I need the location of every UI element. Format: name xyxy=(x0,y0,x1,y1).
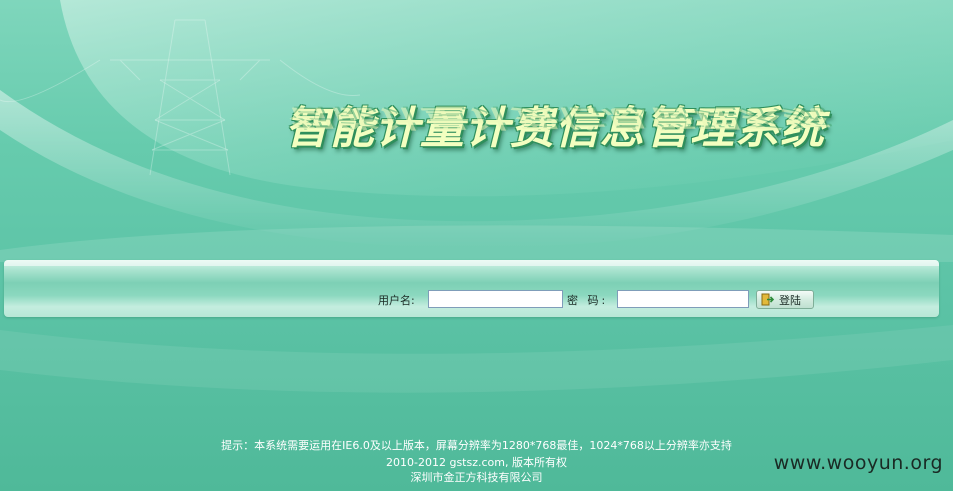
footer-hint: 提示：本系统需要运用在IE6.0及以上版本，屏幕分辨率为1280*768最佳，1… xyxy=(221,439,732,452)
password-label: 密 码: xyxy=(567,294,609,307)
login-icon xyxy=(761,293,774,306)
login-page: 智能计量计费信息管理系统 智能计量计费信息管理系统 用户名: 密 码: 登陆 提… xyxy=(0,0,953,491)
login-button[interactable]: 登陆 xyxy=(756,290,814,309)
page-title-reflection: 智能计量计费信息管理系统 xyxy=(285,103,825,132)
background-decoration xyxy=(0,0,953,393)
password-input[interactable] xyxy=(617,290,749,308)
watermark-text: www.wooyun.org xyxy=(773,452,943,474)
login-button-label: 登陆 xyxy=(779,293,801,307)
username-input[interactable] xyxy=(428,290,563,308)
system-title: 智能计量计费信息管理系统 智能计量计费信息管理系统 xyxy=(285,92,925,192)
username-label: 用户名: xyxy=(378,294,415,307)
